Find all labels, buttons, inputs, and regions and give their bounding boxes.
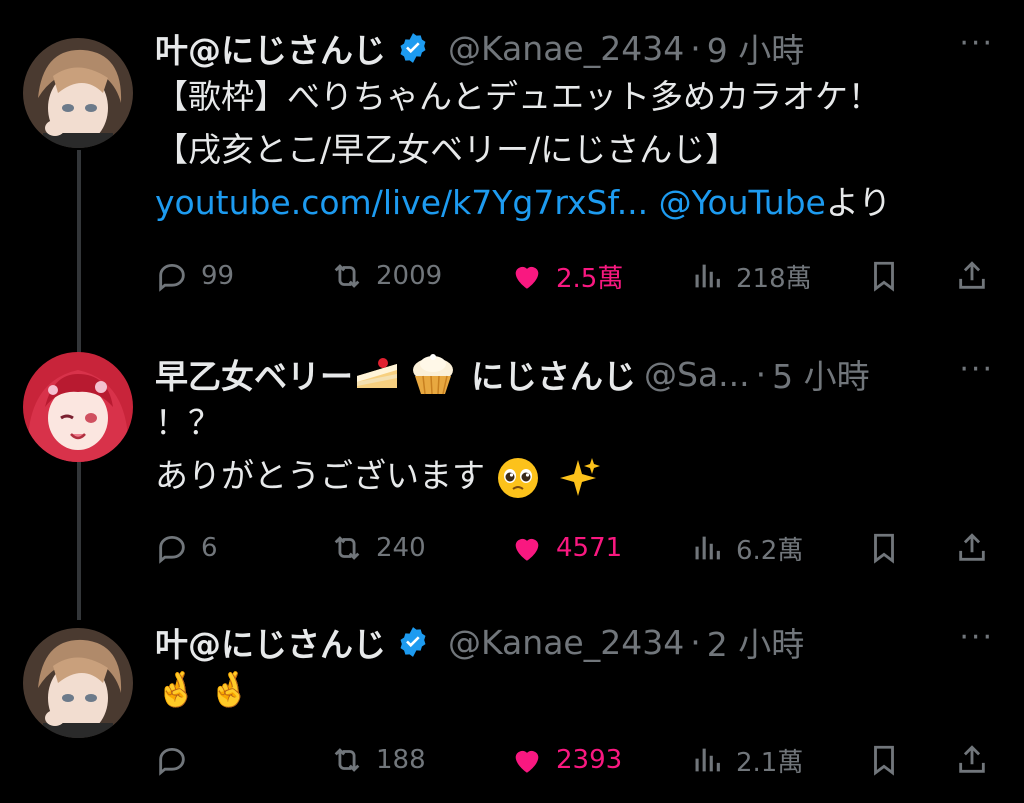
- retweet-icon: [334, 748, 360, 772]
- reply-icon: [159, 263, 185, 292]
- cupcake-icon: [413, 354, 453, 395]
- like-button[interactable]: 2393: [510, 738, 622, 782]
- reply-count: 6: [201, 533, 218, 563]
- reply-icon: [159, 747, 185, 776]
- share-icon: [959, 261, 985, 289]
- views-button[interactable]: 2.1萬: [690, 738, 803, 782]
- timestamp[interactable]: 9 小時: [707, 24, 805, 72]
- timestamp[interactable]: 5 小時: [772, 350, 870, 398]
- views-button[interactable]: 6.2萬: [690, 526, 803, 570]
- retweet-icon: [334, 536, 360, 560]
- display-name-suffix[interactable]: にじさんじ: [471, 350, 636, 398]
- like-count: 2.5萬: [556, 263, 624, 294]
- action-bar: 6 240 4571 6.2萬: [155, 526, 995, 570]
- like-button[interactable]: 4571: [510, 526, 622, 570]
- sparkles-icon: [560, 457, 600, 496]
- display-name[interactable]: 早乙女ベリー: [155, 350, 353, 398]
- handle[interactable]: @Sa...: [644, 355, 750, 394]
- retweet-icon: [334, 264, 360, 288]
- views-icon: [695, 748, 720, 772]
- share-button[interactable]: [955, 254, 1001, 298]
- avatar-kanae[interactable]: [23, 628, 133, 738]
- cake-icon: [357, 358, 397, 388]
- view-count: 2.1萬: [736, 747, 804, 778]
- retweet-count: 188: [376, 745, 426, 775]
- retweet-button[interactable]: 2009: [330, 254, 442, 298]
- like-count: 2393: [556, 745, 623, 775]
- bookmark-icon: [874, 533, 894, 564]
- like-button[interactable]: 2.5萬: [510, 254, 623, 298]
- retweet-count: 240: [376, 533, 426, 563]
- retweet-button[interactable]: 188: [330, 738, 426, 782]
- verified-icon: [400, 33, 426, 63]
- display-name[interactable]: 叶@にじさんじ: [155, 618, 386, 666]
- more-icon[interactable]: ···: [959, 352, 994, 387]
- reply-count: 99: [201, 261, 235, 291]
- share-button[interactable]: [955, 738, 1001, 782]
- display-name[interactable]: 叶@にじさんじ: [155, 24, 386, 72]
- tweet-header: 叶@にじさんじ @Kanae_2434 · 2 小時 ···: [155, 620, 994, 664]
- like-count: 4571: [556, 533, 623, 563]
- tweet-text-line: 🤞 🤞: [155, 670, 251, 710]
- separator-dot: ·: [755, 354, 767, 394]
- tweet-text-line: 【戌亥とこ/早乙女ベリー/にじさんじ】: [155, 130, 739, 169]
- heart-icon: [515, 750, 539, 773]
- share-button[interactable]: [955, 526, 1001, 570]
- tweet-3[interactable]: 叶@にじさんじ @Kanae_2434 · 2 小時 ··· 🤞 🤞 188 2…: [0, 610, 1024, 803]
- tweet-header: 早乙女ベリー にじさんじ @Sa... · 5 小時 ···: [155, 352, 994, 396]
- retweet-count: 2009: [376, 261, 443, 291]
- link-suffix: より: [825, 183, 892, 222]
- tweet-text: ありがとうございます: [155, 456, 485, 495]
- heart-icon: [515, 538, 539, 561]
- share-icon: [959, 745, 985, 773]
- separator-dot: ·: [690, 622, 701, 662]
- reply-button[interactable]: 6: [155, 526, 218, 570]
- more-icon[interactable]: ···: [959, 620, 994, 655]
- reply-icon: [159, 535, 185, 564]
- views-icon: [695, 264, 720, 288]
- pleading-face-icon: [497, 457, 538, 498]
- view-count: 6.2萬: [736, 535, 804, 566]
- views-button[interactable]: 218萬: [690, 254, 812, 298]
- separator-dot: ·: [690, 28, 701, 68]
- tweet-text-line: 【歌枠】べりちゃんとデュエット多めカラオケ！: [155, 77, 881, 116]
- timestamp[interactable]: 2 小時: [707, 618, 805, 666]
- verified-icon: [400, 627, 426, 657]
- mention-youtube[interactable]: @YouTube: [659, 183, 826, 222]
- avatar-kanae[interactable]: [23, 38, 133, 148]
- heart-icon: [515, 266, 539, 289]
- views-icon: [695, 536, 720, 560]
- bookmark-button[interactable]: [867, 526, 913, 570]
- avatar-berry[interactable]: [23, 352, 133, 462]
- view-count: 218萬: [736, 263, 812, 294]
- tweet-header: 叶@にじさんじ @Kanae_2434 · 9 小時 ···: [155, 26, 994, 70]
- retweet-button[interactable]: 240: [330, 526, 426, 570]
- bookmark-icon: [874, 261, 894, 292]
- action-bar: 99 2009 2.5萬 218萬: [155, 254, 995, 298]
- bookmark-button[interactable]: [867, 738, 913, 782]
- tweet-content: 叶@にじさんじ @Kanae_2434 · 2 小時 ··· 🤞 🤞: [155, 620, 994, 717]
- tweet-1[interactable]: 叶@にじさんじ @Kanae_2434 · 9 小時 ··· 【歌枠】べりちゃん…: [0, 0, 1024, 320]
- reply-button[interactable]: 99: [155, 254, 234, 298]
- youtube-link[interactable]: youtube.com/live/k7Yg7rxSf...: [155, 183, 648, 222]
- tweet-2[interactable]: 早乙女ベリー にじさんじ @Sa... · 5 小時 ··· ！？ ありがとうご…: [0, 320, 1024, 610]
- bookmark-button[interactable]: [867, 254, 913, 298]
- more-icon[interactable]: ···: [959, 26, 994, 61]
- handle[interactable]: @Kanae_2434: [448, 29, 684, 68]
- handle[interactable]: @Kanae_2434: [448, 623, 684, 662]
- share-icon: [959, 533, 985, 561]
- reply-button[interactable]: [155, 738, 201, 782]
- tweet-link-line: youtube.com/live/k7Yg7rxSf... @YouTubeより: [155, 176, 994, 229]
- bookmark-icon: [874, 745, 894, 776]
- tweet-text-line-2: ありがとうございます: [155, 449, 994, 502]
- tweet-content: 早乙女ベリー にじさんじ @Sa... · 5 小時 ··· ！？ ありがとうご…: [155, 352, 994, 502]
- tweet-content: 叶@にじさんじ @Kanae_2434 · 9 小時 ··· 【歌枠】べりちゃん…: [155, 26, 994, 229]
- action-bar: 188 2393 2.1萬: [155, 738, 995, 782]
- tweet-text-line: ！？: [155, 403, 221, 442]
